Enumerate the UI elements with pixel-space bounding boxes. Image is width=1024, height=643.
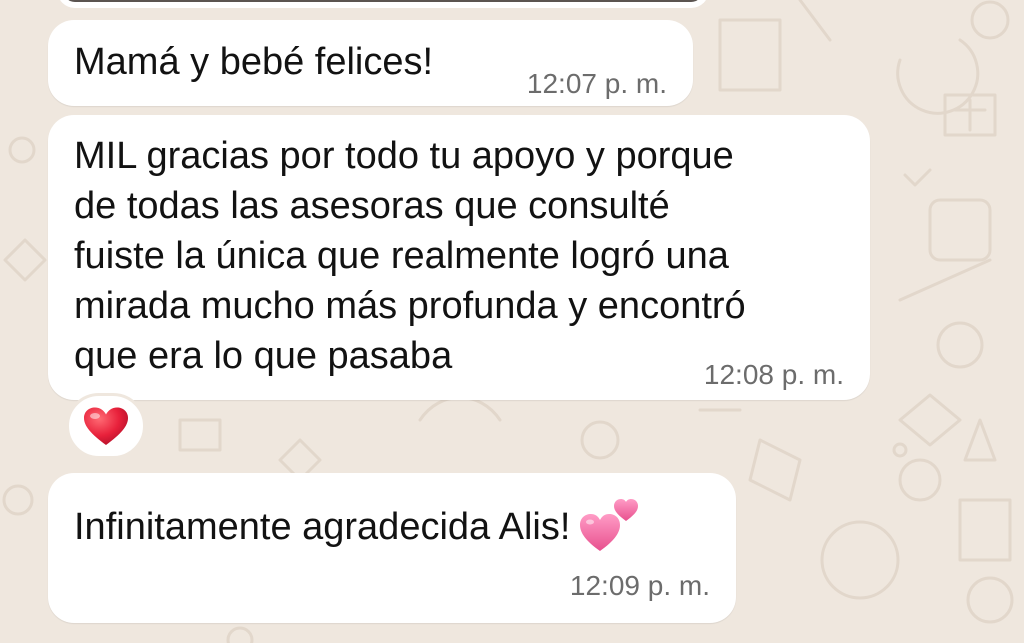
- message-text: Infinitamente agradecida Alis!: [74, 499, 640, 557]
- message-bubble[interactable]: Mamá y bebé felices! 12:07 p. m.: [48, 20, 693, 106]
- message-reaction[interactable]: [66, 393, 146, 459]
- message-text: MIL gracias por todo tu apoyo y porque d…: [74, 131, 844, 381]
- message-text-line: mirada mucho más profunda y encontró: [74, 285, 746, 327]
- red-heart-icon: [84, 407, 128, 445]
- two-hearts-icon: [580, 499, 639, 551]
- message-bubble[interactable]: Infinitamente agradecida Alis! 12:09 p. …: [48, 473, 736, 623]
- message-text-line: de todas las asesoras que consulté: [74, 185, 670, 227]
- message-text-content: Infinitamente agradecida Alis!: [74, 506, 571, 549]
- message-timestamp: 12:08 p. m.: [703, 359, 844, 390]
- message-text-line: MIL gracias por todo tu apoyo y porque: [74, 135, 734, 177]
- message-timestamp: 12:07 p. m.: [526, 68, 667, 99]
- message-timestamp: 12:09 p. m.: [569, 570, 710, 601]
- message-bubble[interactable]: MIL gracias por todo tu apoyo y porque d…: [48, 115, 870, 400]
- image-message-preview[interactable]: [57, 0, 709, 8]
- message-text: Mamá y bebé felices!: [74, 41, 434, 83]
- message-text-line: fuiste la única que realmente logró una: [74, 235, 729, 277]
